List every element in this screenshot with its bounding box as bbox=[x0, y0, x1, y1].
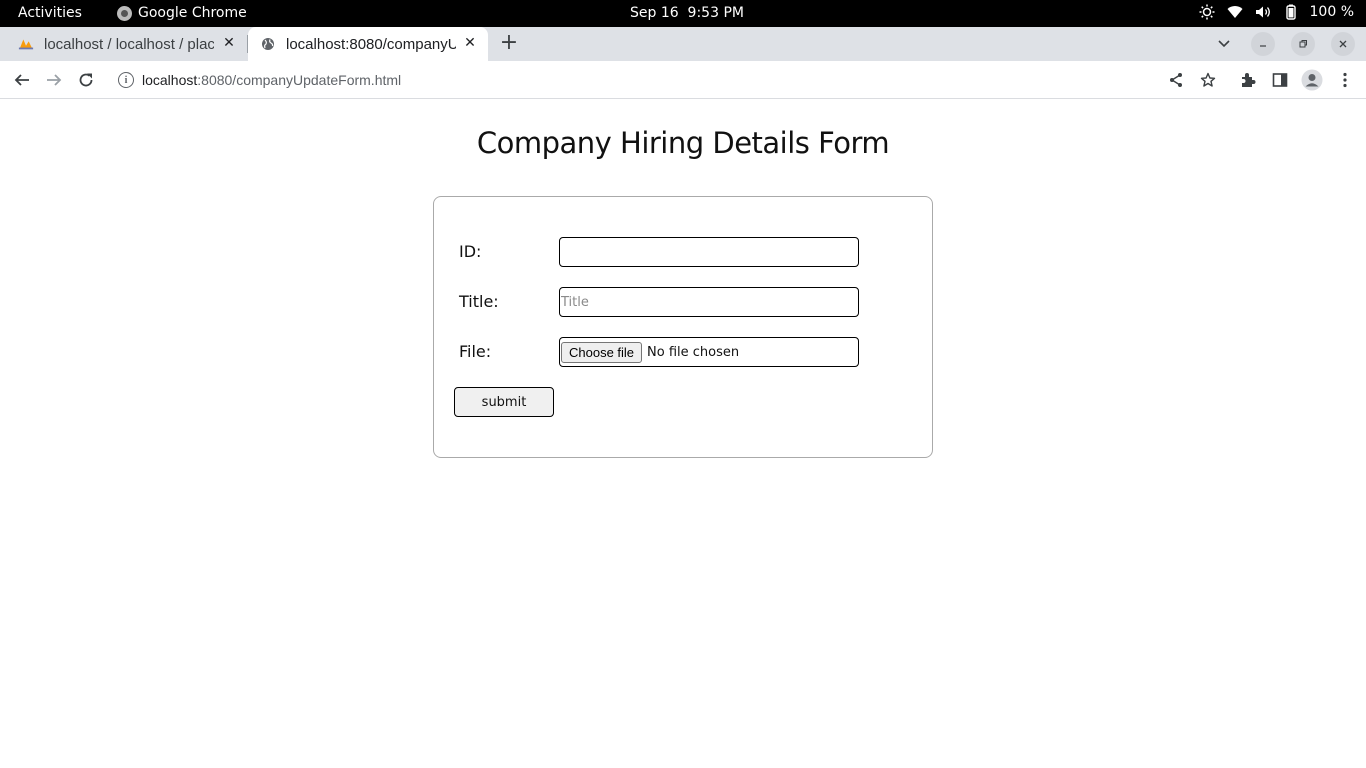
minimize-button[interactable] bbox=[1251, 32, 1275, 56]
page-title: Company Hiring Details Form bbox=[476, 126, 890, 160]
battery-percent: 100 % bbox=[1309, 4, 1354, 20]
tab-search-button[interactable] bbox=[1212, 32, 1236, 56]
volume-icon bbox=[1254, 3, 1272, 21]
back-button[interactable] bbox=[10, 68, 34, 92]
system-top-bar: Activities Google Chrome Sep 16 9:53 PM … bbox=[0, 0, 1366, 27]
title-input[interactable] bbox=[560, 288, 858, 316]
site-info-icon[interactable]: i bbox=[118, 72, 134, 88]
file-input[interactable]: Choose file No file chosen bbox=[559, 337, 859, 367]
close-tab-icon[interactable]: ✕ bbox=[462, 35, 478, 51]
tab-strip: localhost / localhost / placement ✕ loca… bbox=[0, 27, 1366, 61]
id-input[interactable] bbox=[560, 238, 858, 266]
chrome-icon bbox=[117, 5, 132, 21]
side-panel-icon[interactable] bbox=[1268, 68, 1292, 92]
app-menu[interactable]: Google Chrome bbox=[117, 5, 247, 21]
file-status-text: No file chosen bbox=[647, 344, 740, 360]
address-bar[interactable]: i localhost:8080/companyUpdateForm.html bbox=[108, 65, 1226, 95]
title-label: Title: bbox=[459, 292, 499, 311]
bookmark-star-icon[interactable] bbox=[1196, 68, 1220, 92]
tab-title: localhost:8080/companyUpdateForm.html bbox=[286, 35, 456, 53]
battery-icon bbox=[1282, 3, 1300, 21]
hiring-details-form: ID: Title: File: Choose file No file cho… bbox=[433, 196, 933, 458]
wifi-icon bbox=[1226, 3, 1244, 21]
choose-file-button[interactable]: Choose file bbox=[561, 341, 643, 363]
tab-phpmyadmin[interactable]: localhost / localhost / placement ✕ bbox=[0, 27, 247, 61]
restore-button[interactable] bbox=[1291, 32, 1315, 56]
system-tray[interactable]: 100 % bbox=[1198, 3, 1354, 21]
activities-button[interactable]: Activities bbox=[18, 5, 82, 21]
url-text: localhost:8080/companyUpdateForm.html bbox=[142, 72, 402, 88]
reload-button[interactable] bbox=[74, 68, 98, 92]
night-light-icon bbox=[1198, 3, 1216, 21]
title-field[interactable] bbox=[559, 287, 859, 317]
extensions-icon[interactable] bbox=[1236, 68, 1260, 92]
globe-icon bbox=[260, 36, 276, 52]
file-label: File: bbox=[459, 342, 492, 361]
forward-button[interactable] bbox=[42, 68, 66, 92]
new-tab-button[interactable]: + bbox=[498, 32, 520, 54]
browser-toolbar: i localhost:8080/companyUpdateForm.html bbox=[0, 61, 1366, 99]
share-icon[interactable] bbox=[1164, 68, 1188, 92]
id-field[interactable] bbox=[559, 237, 859, 267]
submit-button[interactable]: submit bbox=[454, 387, 554, 417]
app-name: Google Chrome bbox=[138, 5, 247, 21]
page-content: Company Hiring Details Form ID: Title: F… bbox=[0, 100, 1366, 768]
id-label: ID: bbox=[459, 242, 482, 261]
close-window-button[interactable] bbox=[1331, 32, 1355, 56]
profile-avatar-icon[interactable] bbox=[1300, 68, 1324, 92]
tab-company-update-form[interactable]: localhost:8080/companyUpdateForm.html ✕ bbox=[248, 27, 488, 61]
tab-title: localhost / localhost / placement bbox=[44, 35, 214, 53]
close-tab-icon[interactable]: ✕ bbox=[221, 35, 237, 51]
menu-dots-icon[interactable] bbox=[1333, 68, 1357, 92]
phpmyadmin-icon bbox=[18, 36, 34, 52]
clock[interactable]: Sep 16 9:53 PM bbox=[630, 5, 744, 21]
